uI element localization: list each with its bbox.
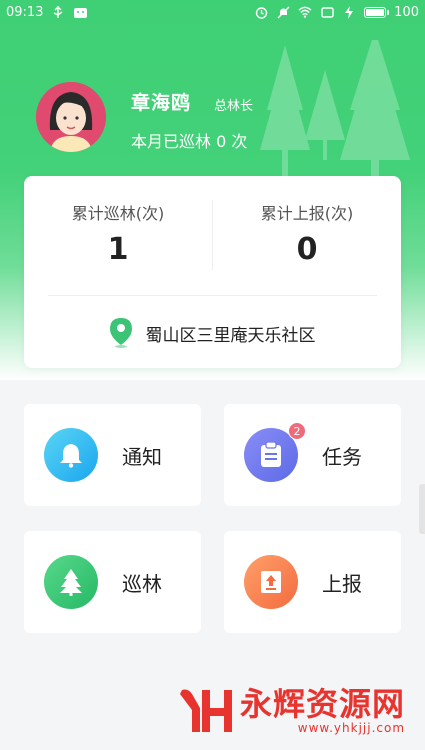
wifi-icon [298,5,312,19]
stats-card: 累计巡林(次) 1 累计上报(次) 0 蜀山区三里庵天乐社区 [24,176,401,368]
clipboard-icon: 2 [244,422,306,482]
notice-label: 通知 [122,444,162,469]
task-tile[interactable]: 2 任务 [224,404,401,506]
android-icon [73,5,87,19]
notice-tile[interactable]: 通知 [24,404,201,506]
patrol-tile[interactable]: 巡林 [24,531,201,633]
monthly-patrol-count: 本月已巡林 0 次 [131,132,248,151]
battery-level: 100 [394,4,419,20]
location-pin-icon [109,318,132,348]
task-label: 任务 [322,444,362,469]
alarm-icon [254,5,268,19]
screen-icon [320,5,334,19]
watermark-text: 永辉资源网 [240,685,406,723]
user-name: 章海鸥 [131,92,192,114]
watermark-url: www.yhkjjj.com [297,721,406,735]
location-row[interactable]: 蜀山区三里庵天乐社区 [24,318,401,348]
patrol-label: 巡林 [122,571,162,596]
user-role: 总林长 [214,99,254,114]
total-patrol-label: 累计巡林(次) [71,204,165,223]
total-patrol-stat[interactable]: 累计巡林(次) 1 [24,200,212,267]
total-report-value: 0 [296,232,318,267]
avatar[interactable] [36,82,106,152]
bell-icon [44,428,98,482]
report-tile[interactable]: 上报 [224,531,401,633]
battery-icon [364,6,390,18]
mute-icon [276,5,290,19]
total-report-stat[interactable]: 累计上报(次) 0 [213,200,401,267]
charging-icon [342,5,356,19]
usb-icon [51,5,65,19]
upload-icon [244,555,298,609]
status-bar: 09:13 100 [0,0,425,24]
report-label: 上报 [322,571,362,596]
total-report-label: 累计上报(次) [260,204,354,223]
watermark: 永辉资源网 www.yhkjjj.com [178,686,405,736]
status-time: 09:13 [6,4,44,20]
avatar-illustration [36,82,106,152]
total-patrol-value: 1 [107,232,129,267]
card-divider [48,295,377,296]
tree-icon [44,555,98,609]
watermark-logo [180,689,232,732]
side-drawer-handle[interactable] [419,484,425,534]
task-badge: 2 [288,422,306,440]
location-text: 蜀山区三里庵天乐社区 [145,325,316,346]
